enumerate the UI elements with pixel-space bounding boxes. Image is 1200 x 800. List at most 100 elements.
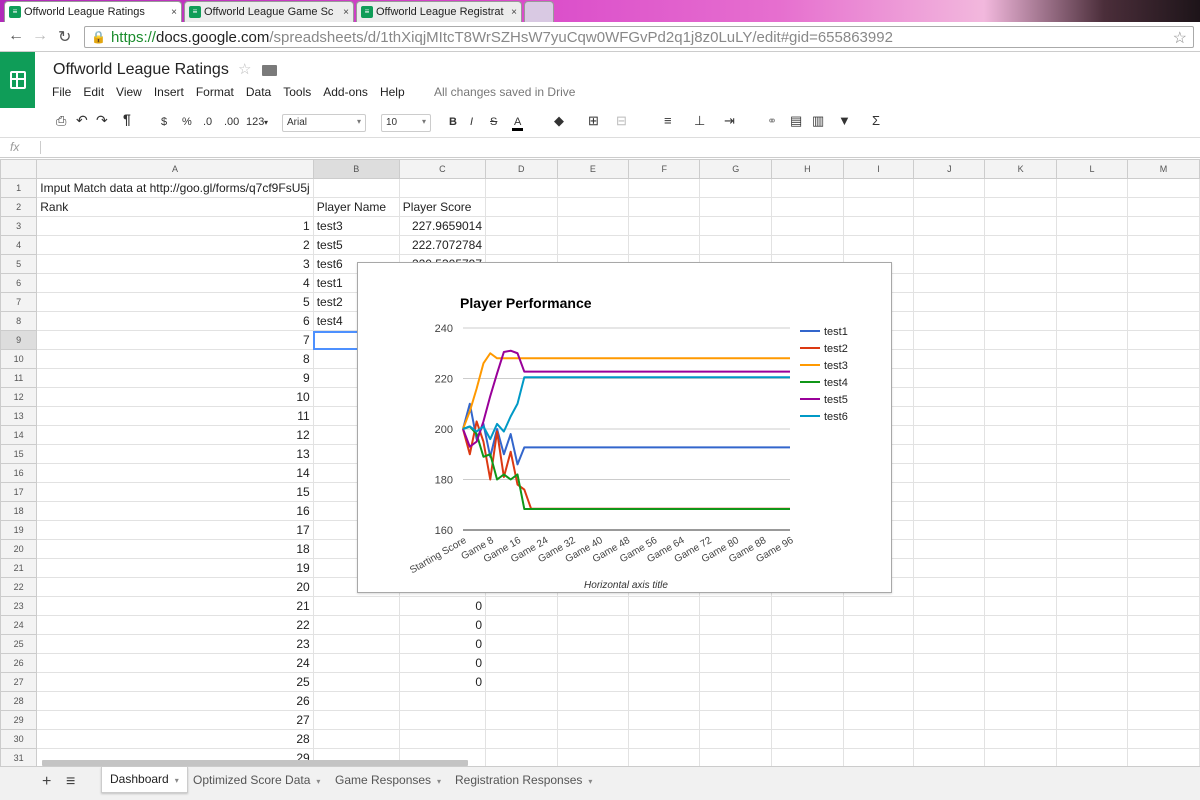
cell-empty[interactable] — [1055, 482, 1129, 502]
forward-arrow-icon[interactable]: → — [32, 27, 48, 45]
row-header[interactable]: 24 — [0, 615, 38, 635]
cell-a6[interactable]: 4 — [36, 273, 314, 293]
browser-tab-registration[interactable]: ≡ Offworld League Registrat × — [356, 1, 522, 22]
cell-empty[interactable] — [699, 216, 773, 236]
cell-empty[interactable] — [699, 235, 773, 255]
cell-empty[interactable] — [699, 729, 773, 749]
cell-empty[interactable] — [984, 463, 1057, 483]
sheet-tab-optimized-score-data[interactable]: Optimized Score Data ▾ — [184, 767, 329, 793]
cell-empty[interactable] — [628, 653, 701, 673]
cell-empty[interactable] — [984, 634, 1057, 654]
url-field[interactable]: 🔒 https:// docs.google.com /spreadsheets… — [84, 26, 1194, 48]
cell-empty[interactable] — [556, 197, 630, 217]
cell-empty[interactable] — [771, 596, 844, 616]
cell-empty[interactable] — [1127, 178, 1200, 198]
cell-a10[interactable]: 8 — [36, 349, 314, 369]
close-tab-icon[interactable]: × — [171, 7, 177, 18]
cell-a22[interactable]: 20 — [36, 577, 314, 597]
cell-a25[interactable]: 23 — [36, 634, 314, 654]
insert-chart-icon[interactable]: ▥ — [812, 113, 824, 129]
italic-button[interactable]: I — [470, 116, 473, 128]
row-header[interactable]: 26 — [0, 653, 38, 673]
cell-empty[interactable] — [842, 197, 915, 217]
cell-a24[interactable]: 22 — [36, 615, 314, 635]
cell-b25[interactable] — [312, 634, 400, 654]
cell-empty[interactable] — [699, 691, 773, 711]
cell-empty[interactable] — [1055, 672, 1129, 692]
cell-empty[interactable] — [699, 596, 773, 616]
cell-empty[interactable] — [913, 235, 986, 255]
cell-empty[interactable] — [984, 558, 1057, 578]
cell-empty[interactable] — [556, 710, 630, 730]
cell-a17[interactable]: 15 — [36, 482, 314, 502]
cell-empty[interactable] — [628, 216, 701, 236]
cell-a27[interactable]: 25 — [36, 672, 314, 692]
cell-empty[interactable] — [842, 653, 915, 673]
cell-empty[interactable] — [1055, 634, 1129, 654]
row-header[interactable]: 14 — [0, 425, 38, 445]
paint-format-icon[interactable]: ¶ — [123, 111, 131, 127]
cell-a20[interactable]: 18 — [36, 539, 314, 559]
cell-empty[interactable] — [628, 710, 701, 730]
link-icon[interactable]: ⚭ — [767, 114, 777, 128]
cell-empty[interactable] — [1127, 330, 1200, 350]
merge-cells-icon[interactable]: ⊟ — [616, 113, 627, 129]
cell-empty[interactable] — [913, 425, 986, 445]
cell-empty[interactable] — [913, 748, 986, 766]
cell-a8[interactable]: 6 — [36, 311, 314, 331]
cell-empty[interactable] — [1055, 178, 1129, 198]
cell-empty[interactable] — [913, 501, 986, 521]
cell-empty[interactable] — [485, 672, 558, 692]
cell-b2[interactable]: Player Name — [312, 197, 400, 217]
cell-empty[interactable] — [771, 729, 844, 749]
cell-empty[interactable] — [1127, 235, 1200, 255]
cell-empty[interactable] — [1127, 387, 1200, 407]
cell-empty[interactable] — [556, 672, 630, 692]
cell-empty[interactable] — [1127, 596, 1200, 616]
cell-empty[interactable] — [1055, 653, 1129, 673]
text-color-button[interactable]: A — [512, 116, 524, 131]
cell-a13[interactable]: 11 — [36, 406, 314, 426]
cell-empty[interactable] — [1127, 748, 1200, 766]
more-formats-button[interactable]: 123 — [246, 116, 264, 128]
row-header[interactable]: 25 — [0, 634, 38, 654]
cell-empty[interactable] — [913, 672, 986, 692]
cell-empty[interactable] — [913, 729, 986, 749]
cell-empty[interactable] — [913, 273, 986, 293]
sheet-tab-game-responses[interactable]: Game Responses ▾ — [326, 767, 450, 793]
column-header-m[interactable]: M — [1127, 159, 1200, 179]
cell-empty[interactable] — [913, 292, 986, 312]
strikethrough-button[interactable]: S — [490, 116, 497, 128]
cell-a3[interactable]: 1 — [36, 216, 314, 236]
filter-icon[interactable]: ▼ — [838, 113, 851, 128]
cell-empty[interactable] — [1055, 425, 1129, 445]
cell-b27[interactable] — [312, 672, 400, 692]
cell-a1[interactable]: Imput Match data at http://goo.gl/forms/… — [36, 178, 314, 198]
cell-empty[interactable] — [984, 501, 1057, 521]
cell-empty[interactable] — [913, 330, 986, 350]
row-header[interactable]: 27 — [0, 672, 38, 692]
browser-tab-game-scores[interactable]: ≡ Offworld League Game Sc × — [184, 1, 354, 22]
cell-empty[interactable] — [984, 311, 1057, 331]
comment-icon[interactable]: ▤ — [790, 113, 802, 129]
cell-empty[interactable] — [1055, 292, 1129, 312]
cell-a23[interactable]: 21 — [36, 596, 314, 616]
cell-empty[interactable] — [913, 311, 986, 331]
row-header[interactable]: 13 — [0, 406, 38, 426]
column-header-i[interactable]: I — [842, 159, 915, 179]
cell-a29[interactable]: 27 — [36, 710, 314, 730]
column-header-f[interactable]: F — [628, 159, 701, 179]
menu-data[interactable]: Data — [246, 85, 271, 99]
add-sheet-icon[interactable]: + — [42, 773, 51, 791]
cell-c23[interactable]: 0 — [398, 596, 487, 616]
cell-empty[interactable] — [842, 235, 915, 255]
cell-empty[interactable] — [628, 672, 701, 692]
font-family-select[interactable]: Arial ▾ — [282, 114, 366, 132]
cell-empty[interactable] — [485, 216, 558, 236]
cell-empty[interactable] — [984, 273, 1057, 293]
cell-empty[interactable] — [556, 216, 630, 236]
column-header-d[interactable]: D — [485, 159, 558, 179]
print-icon[interactable]: ⎙ — [56, 113, 66, 129]
cell-b3[interactable]: test3 — [312, 216, 400, 236]
close-tab-icon[interactable]: × — [343, 7, 349, 18]
